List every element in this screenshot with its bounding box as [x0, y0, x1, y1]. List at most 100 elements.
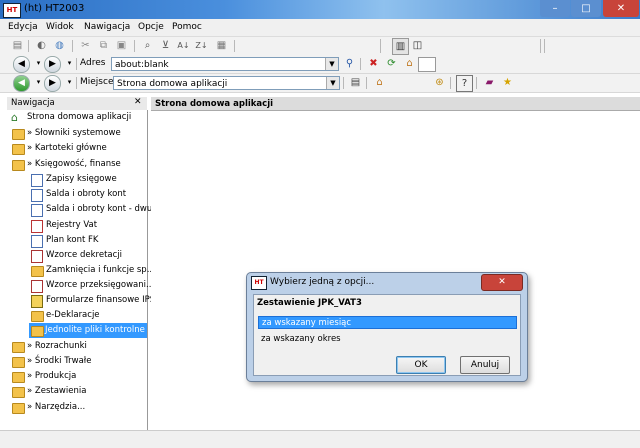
- menu-pomoc[interactable]: Pomoc: [172, 22, 202, 32]
- nav-item-label: » Środki Trwałe: [27, 356, 92, 366]
- toolbar-extra-field[interactable]: [418, 57, 436, 72]
- copy-icon[interactable]: ⧉: [96, 38, 111, 53]
- folder-icon: [12, 144, 25, 155]
- nav-item-label: Salda i obroty kont - dwu...: [46, 204, 161, 214]
- cancel-button[interactable]: Anuluj: [460, 356, 510, 374]
- nav-item[interactable]: e-Deklaracje: [29, 308, 147, 323]
- document-list-icon[interactable]: ▤: [348, 75, 363, 90]
- nav-item-label: Zamknięcia i funkcje sp...: [46, 265, 155, 275]
- nav-item[interactable]: » Księgowość, finanse: [10, 157, 147, 172]
- toolbar-separator: [234, 40, 235, 52]
- toolbar-separator: [343, 77, 344, 89]
- nav-item-label: » Zestawienia: [27, 386, 87, 396]
- reload-icon[interactable]: ⟳: [384, 56, 399, 71]
- nav-item[interactable]: » Produkcja: [10, 369, 147, 384]
- ok-button[interactable]: OK: [396, 356, 446, 374]
- nav-item[interactable]: Wzorce przeksięgowani...: [29, 278, 154, 293]
- cut-icon[interactable]: ✂: [78, 38, 93, 53]
- menu-widok[interactable]: Widok: [46, 22, 74, 32]
- nav-item[interactable]: » Środki Trwałe: [10, 354, 147, 369]
- menu-nawigacja[interactable]: Nawigacja: [84, 22, 130, 32]
- properties-icon[interactable]: ▤: [10, 38, 25, 53]
- forward-arrow-icon[interactable]: ▶: [44, 56, 61, 73]
- address-input[interactable]: about:blank ▼: [111, 57, 339, 71]
- nav-item[interactable]: » Narzędzia...: [10, 400, 147, 415]
- refresh-icon[interactable]: ◐: [34, 38, 49, 53]
- favorites-star-icon[interactable]: ★: [500, 75, 515, 90]
- ledger-icon: [31, 174, 43, 187]
- home-icon[interactable]: ⌂: [372, 75, 387, 90]
- dialog-close-button[interactable]: ✕: [481, 274, 523, 291]
- location-combo[interactable]: Strona domowa aplikacji ▼: [113, 76, 340, 90]
- toolbar-separator: [360, 58, 361, 70]
- back-arrow-icon[interactable]: ◀: [13, 56, 30, 73]
- back-arrow-icon[interactable]: ◀: [13, 75, 30, 92]
- books-icon[interactable]: ▰: [482, 75, 497, 90]
- forward-arrow-icon[interactable]: ▶: [44, 75, 61, 92]
- maximize-button[interactable]: □: [571, 0, 601, 17]
- nav-item[interactable]: Jednolite pliki kontrolne: [29, 323, 147, 338]
- nav-item[interactable]: Salda i obroty kont: [29, 187, 147, 202]
- sort-descending-icon[interactable]: Z↓: [194, 38, 209, 53]
- nav-item[interactable]: Wzorce dekretacji: [29, 248, 147, 263]
- ledger-icon: [31, 204, 43, 217]
- nav-item[interactable]: Formularze finansowe IPS: [29, 293, 155, 308]
- nav-item[interactable]: Salda i obroty kont - dwu...: [29, 202, 160, 217]
- close-window-button[interactable]: ✕: [603, 0, 639, 17]
- nav-item-label: » Słowniki systemowe: [27, 128, 121, 138]
- main-page-header: Strona domowa aplikacji: [151, 97, 640, 111]
- help-icon[interactable]: ?: [456, 75, 473, 92]
- window-title: (ht) HT2003: [24, 3, 85, 14]
- chevron-down-icon[interactable]: ▾: [62, 75, 77, 90]
- filter-icon[interactable]: ⊻: [158, 38, 173, 53]
- chevron-down-icon[interactable]: ▼: [326, 77, 339, 89]
- navigation-title: Nawigacja: [11, 98, 55, 108]
- paste-icon[interactable]: ▣: [114, 38, 129, 53]
- menu-opcje[interactable]: Opcje: [138, 22, 164, 32]
- nav-item-label: Strona domowa aplikacji: [27, 112, 132, 122]
- nav-item-label: Plan kont FK: [46, 235, 99, 245]
- sort-ascending-icon[interactable]: A↓: [176, 38, 191, 53]
- go-search-icon[interactable]: ⚲: [342, 56, 357, 71]
- status-bar: [0, 430, 640, 448]
- print-icon[interactable]: ▦: [214, 38, 229, 53]
- nav-item[interactable]: ⌂ Strona domowa aplikacji: [10, 110, 147, 125]
- toolbar-separator: [76, 58, 77, 70]
- layout-panel-icon[interactable]: ▥: [392, 38, 409, 55]
- nav-item[interactable]: » Słowniki systemowe: [10, 126, 147, 141]
- toolbar-grip: [540, 39, 541, 53]
- nav-item-label: » Kartoteki główne: [27, 143, 107, 153]
- toolbar-separator: [476, 77, 477, 89]
- nav-item-label: Wzorce przeksięgowani...: [46, 280, 155, 290]
- globe-icon[interactable]: ◍: [52, 38, 67, 53]
- register-icon: [31, 220, 43, 233]
- nav-item[interactable]: Zamknięcia i funkcje sp...: [29, 263, 155, 278]
- menu-edycja[interactable]: Edycja: [8, 22, 38, 32]
- chevron-down-icon[interactable]: ▼: [325, 58, 338, 70]
- find-icon[interactable]: ⌕: [140, 38, 155, 53]
- template-icon: [31, 280, 43, 293]
- option-dialog: HT Wybierz jedną z opcji... ✕ Zestawieni…: [246, 272, 528, 382]
- folder-icon: [31, 266, 44, 277]
- title-bar: HT (ht) HT2003 – □ ✕: [0, 0, 640, 19]
- close-icon[interactable]: ✕: [134, 97, 142, 107]
- binoculars-icon[interactable]: ⊛: [432, 75, 447, 90]
- stop-icon[interactable]: ✖: [366, 56, 381, 71]
- nav-item[interactable]: » Kartoteki główne: [10, 141, 147, 156]
- toolbar-separator: [28, 40, 29, 52]
- chevron-down-icon[interactable]: ▾: [62, 56, 77, 71]
- nav-item[interactable]: Zapisy księgowe: [29, 172, 147, 187]
- nav-item[interactable]: Plan kont FK: [29, 233, 147, 248]
- minimize-button[interactable]: –: [540, 0, 570, 17]
- home-icon[interactable]: ⌂: [402, 56, 417, 71]
- nav-item-label: Rejestry Vat: [46, 220, 98, 230]
- split-view-icon[interactable]: ◫: [410, 38, 425, 53]
- nav-item[interactable]: » Zestawienia: [10, 384, 147, 399]
- option-month[interactable]: za wskazany miesiąc: [258, 316, 517, 329]
- form-icon: [31, 295, 43, 308]
- toolbar-grip: [544, 39, 545, 53]
- nav-item[interactable]: » Rozrachunki: [10, 339, 147, 354]
- option-period[interactable]: za wskazany okres: [258, 333, 517, 346]
- navigation-panel-header: Nawigacja ✕: [7, 97, 147, 111]
- nav-item[interactable]: Rejestry Vat: [29, 218, 147, 233]
